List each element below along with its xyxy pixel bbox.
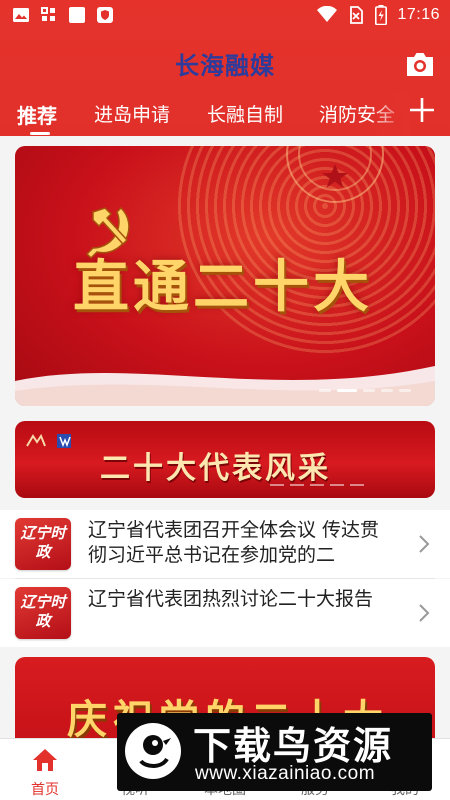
representatives-banner[interactable]: 二十大代表风采: [15, 421, 435, 498]
no-sim-icon: [350, 6, 364, 24]
pagination-dot[interactable]: [319, 389, 331, 392]
nav-home-label: 首页: [31, 782, 59, 798]
top-bar: 长海融媒: [0, 32, 450, 92]
status-right-icons: 17:16: [317, 5, 440, 25]
pagination-dot[interactable]: [399, 389, 411, 392]
news-item[interactable]: 辽宁时政 辽宁省代表团热烈讨论二十大报告: [0, 579, 450, 647]
pagination-dot: [310, 484, 324, 486]
image-icon: [13, 8, 29, 22]
watermark-url: www.xiazainiao.com: [195, 763, 376, 784]
bird-logo-icon: [125, 723, 181, 779]
news-thumbnail: 辽宁时政: [15, 587, 71, 639]
channel-tabs: 推荐 进岛申请 长融自制 消防安全: [0, 92, 450, 136]
main-banner[interactable]: 直通二十大: [15, 146, 435, 406]
tab-active-indicator: [30, 132, 50, 135]
news-thumbnail: 辽宁时政: [15, 518, 71, 570]
chevron-right-icon: [419, 604, 430, 622]
square-icon: [69, 7, 85, 23]
star-emblem-icon: [286, 146, 384, 203]
watermark: 下载鸟资源 www.xiazainiao.com: [117, 713, 432, 791]
grid-icon: [41, 7, 55, 21]
representatives-title: 二十大代表风采: [100, 451, 331, 486]
news-title: 辽宁省代表团热烈讨论二十大报告: [88, 588, 374, 610]
pagination-dot-active[interactable]: [337, 389, 357, 392]
shield-icon: [97, 7, 113, 23]
pagination-dot[interactable]: [381, 389, 393, 392]
tab-changrong-original[interactable]: 长融自制: [207, 100, 283, 127]
nav-home[interactable]: 首页: [0, 739, 90, 800]
banner-pagination: [319, 389, 411, 392]
watermark-title: 下载鸟资源: [193, 724, 394, 768]
news-thumbnail-label: 辽宁时政: [20, 524, 66, 561]
banner-logo-icon: [26, 433, 71, 448]
plus-icon[interactable]: [408, 96, 436, 124]
wifi-icon: [317, 6, 338, 22]
battery-charging-icon: [375, 5, 388, 25]
chevron-right-icon: [419, 535, 430, 553]
status-time: 17:16: [397, 6, 440, 23]
tab-recommend[interactable]: 推荐: [17, 100, 57, 129]
banner-wave: [15, 366, 435, 406]
news-thumbnail-label: 辽宁时政: [20, 593, 66, 630]
news-item[interactable]: 辽宁时政 辽宁省代表团召开全体会议 传达贯彻习近平总书记在参加党的二: [0, 510, 450, 578]
app-screen: 17:16 长海融媒 推荐 进岛申请 长融自制 消防安全 直通二十大 二十大代表…: [0, 0, 450, 800]
header: 17:16 长海融媒 推荐 进岛申请 长融自制 消防安全: [0, 0, 450, 136]
strip-pagination: [270, 484, 364, 486]
banner-title: 直通二十大: [73, 254, 373, 320]
pagination-dot[interactable]: [363, 389, 375, 392]
status-left-icons: [12, 6, 114, 24]
pagination-dot: [290, 484, 304, 486]
pagination-dot: [270, 484, 284, 486]
tab-fade: [370, 92, 410, 136]
app-logo-title: 长海融媒: [175, 52, 275, 80]
home-icon: [33, 749, 57, 771]
status-bar: 17:16: [0, 0, 450, 32]
pagination-dot: [350, 484, 364, 486]
camera-icon[interactable]: [404, 48, 436, 80]
news-title: 辽宁省代表团召开全体会议 传达贯彻习近平总书记在参加党的二: [88, 519, 380, 566]
tab-island-entry[interactable]: 进岛申请: [94, 100, 170, 127]
pagination-dot: [330, 484, 344, 486]
